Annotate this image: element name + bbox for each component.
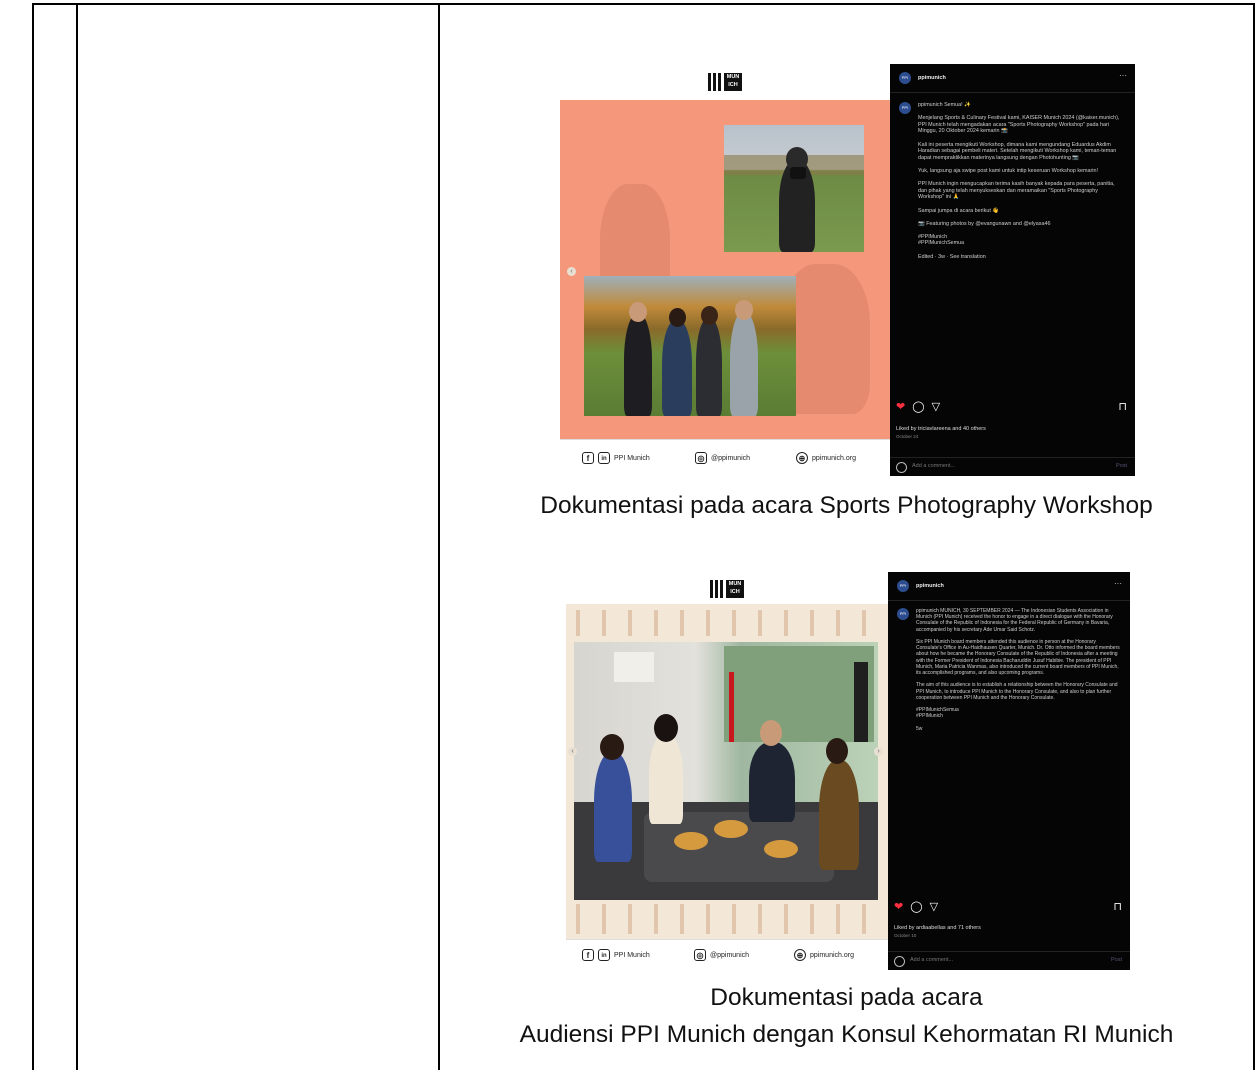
diamond-pattern-bottom xyxy=(566,904,888,934)
likes-count[interactable]: Liked by triciavlareena and 40 others xyxy=(896,426,986,433)
instagram-post-screenshot-2: MUN ICH ‹ › f in PPI Munich ◎ @ppimunich… xyxy=(566,572,1130,970)
post-comment-button[interactable]: Post xyxy=(1116,463,1127,470)
instagram-icon: ◎ xyxy=(695,452,707,464)
carousel-prev-icon[interactable]: ‹ xyxy=(568,747,577,756)
emoji-icon[interactable] xyxy=(894,956,905,967)
carousel-prev-icon[interactable]: ‹ xyxy=(567,267,576,276)
social-name-label: PPI Munich xyxy=(614,454,650,462)
caption-audiensi-line2: Audiensi PPI Munich dengan Konsul Kehorm… xyxy=(519,1021,1174,1048)
instagram-handle-label: @ppimunich xyxy=(710,951,750,959)
table-cell-number xyxy=(32,3,78,1070)
globe-icon: ⊕ xyxy=(794,949,806,961)
instagram-handle-label: @ppimunich xyxy=(711,454,751,462)
caption-sports-workshop: Dokumentasi pada acara Sports Photograph… xyxy=(540,492,1153,519)
comment-icon[interactable]: ◯ xyxy=(910,901,922,913)
linkedin-icon: in xyxy=(598,949,610,961)
ppi-munich-logo: MUN ICH xyxy=(708,73,742,91)
post-caption-text: ppimunich Semua! ✨ Menjelang Sports & Cu… xyxy=(918,102,1120,260)
post-caption-panel: PPI ppimunich ··· PPI ppimunich MUNICH, … xyxy=(888,572,1130,970)
more-options-icon[interactable]: ··· xyxy=(1114,579,1122,587)
post-caption-panel: PPI ppimunich ··· PPI ppimunich Semua! ✨… xyxy=(890,64,1135,476)
group-photo xyxy=(584,276,796,416)
globe-icon: ⊕ xyxy=(796,452,808,464)
table-cell-description xyxy=(76,3,440,1070)
facebook-icon: f xyxy=(582,452,594,464)
social-name-label: PPI Munich xyxy=(614,951,650,959)
post-caption-text: ppimunich MUNICH, 30 SEPTEMBER 2024 — Th… xyxy=(916,608,1120,732)
avatar[interactable]: PPI xyxy=(899,72,911,84)
comment-input[interactable]: Add a comment... xyxy=(912,463,955,470)
share-icon[interactable]: ▽ xyxy=(932,401,940,413)
bookmark-icon[interactable]: ⊓ xyxy=(1113,901,1122,912)
instagram-icon: ◎ xyxy=(694,949,706,961)
ppi-munich-logo: MUN ICH xyxy=(710,580,744,598)
meeting-photo xyxy=(574,642,878,900)
comment-icon[interactable]: ◯ xyxy=(912,401,924,413)
post-image-panel: MUN ICH ‹ › f in PPI Munich ◎ @ppimunich… xyxy=(566,572,888,970)
share-icon[interactable]: ▽ xyxy=(930,901,938,913)
post-username[interactable]: ppimunich xyxy=(918,75,946,82)
bookmark-icon[interactable]: ⊓ xyxy=(1118,402,1127,412)
carousel-next-icon[interactable]: › xyxy=(874,747,883,756)
diamond-pattern-top xyxy=(566,610,888,636)
facebook-icon: f xyxy=(582,949,594,961)
post-date: October 10 xyxy=(894,933,917,938)
caption-audiensi-line1: Dokumentasi pada acara xyxy=(710,984,983,1011)
photographer-photo xyxy=(724,125,864,252)
post-username[interactable]: ppimunich xyxy=(916,583,944,589)
comment-bar: Add a comment... Post xyxy=(888,951,1130,970)
linkedin-icon: in xyxy=(598,452,610,464)
post-image-panel: MUN ICH ‹ f in PPI Munich ◎ @ppimunich ⊕… xyxy=(560,64,890,476)
website-label: ppimunich.org xyxy=(812,454,856,462)
post-date: October 24 xyxy=(896,434,919,439)
comment-input[interactable]: Add a comment... xyxy=(910,957,953,963)
post-footer-contacts: f in PPI Munich ◎ @ppimunich ⊕ ppimunich… xyxy=(566,939,888,970)
avatar[interactable]: PPI xyxy=(897,580,909,592)
comment-bar: Add a comment... Post xyxy=(890,457,1135,476)
more-options-icon[interactable]: ··· xyxy=(1119,72,1127,80)
emoji-icon[interactable] xyxy=(896,462,907,473)
avatar[interactable]: PPI xyxy=(899,102,911,114)
post-comment-button[interactable]: Post xyxy=(1111,957,1122,963)
likes-count[interactable]: Liked by ardiaabellas and 71 others xyxy=(894,925,981,931)
heart-icon[interactable]: ❤ xyxy=(896,401,905,413)
heart-icon[interactable]: ❤ xyxy=(894,901,903,913)
instagram-post-screenshot-1: MUN ICH ‹ f in PPI Munich ◎ @ppimunich ⊕… xyxy=(560,64,1135,476)
avatar[interactable]: PPI xyxy=(897,608,909,620)
post-footer-contacts: f in PPI Munich ◎ @ppimunich ⊕ ppimunich… xyxy=(560,439,890,476)
website-label: ppimunich.org xyxy=(810,951,854,959)
